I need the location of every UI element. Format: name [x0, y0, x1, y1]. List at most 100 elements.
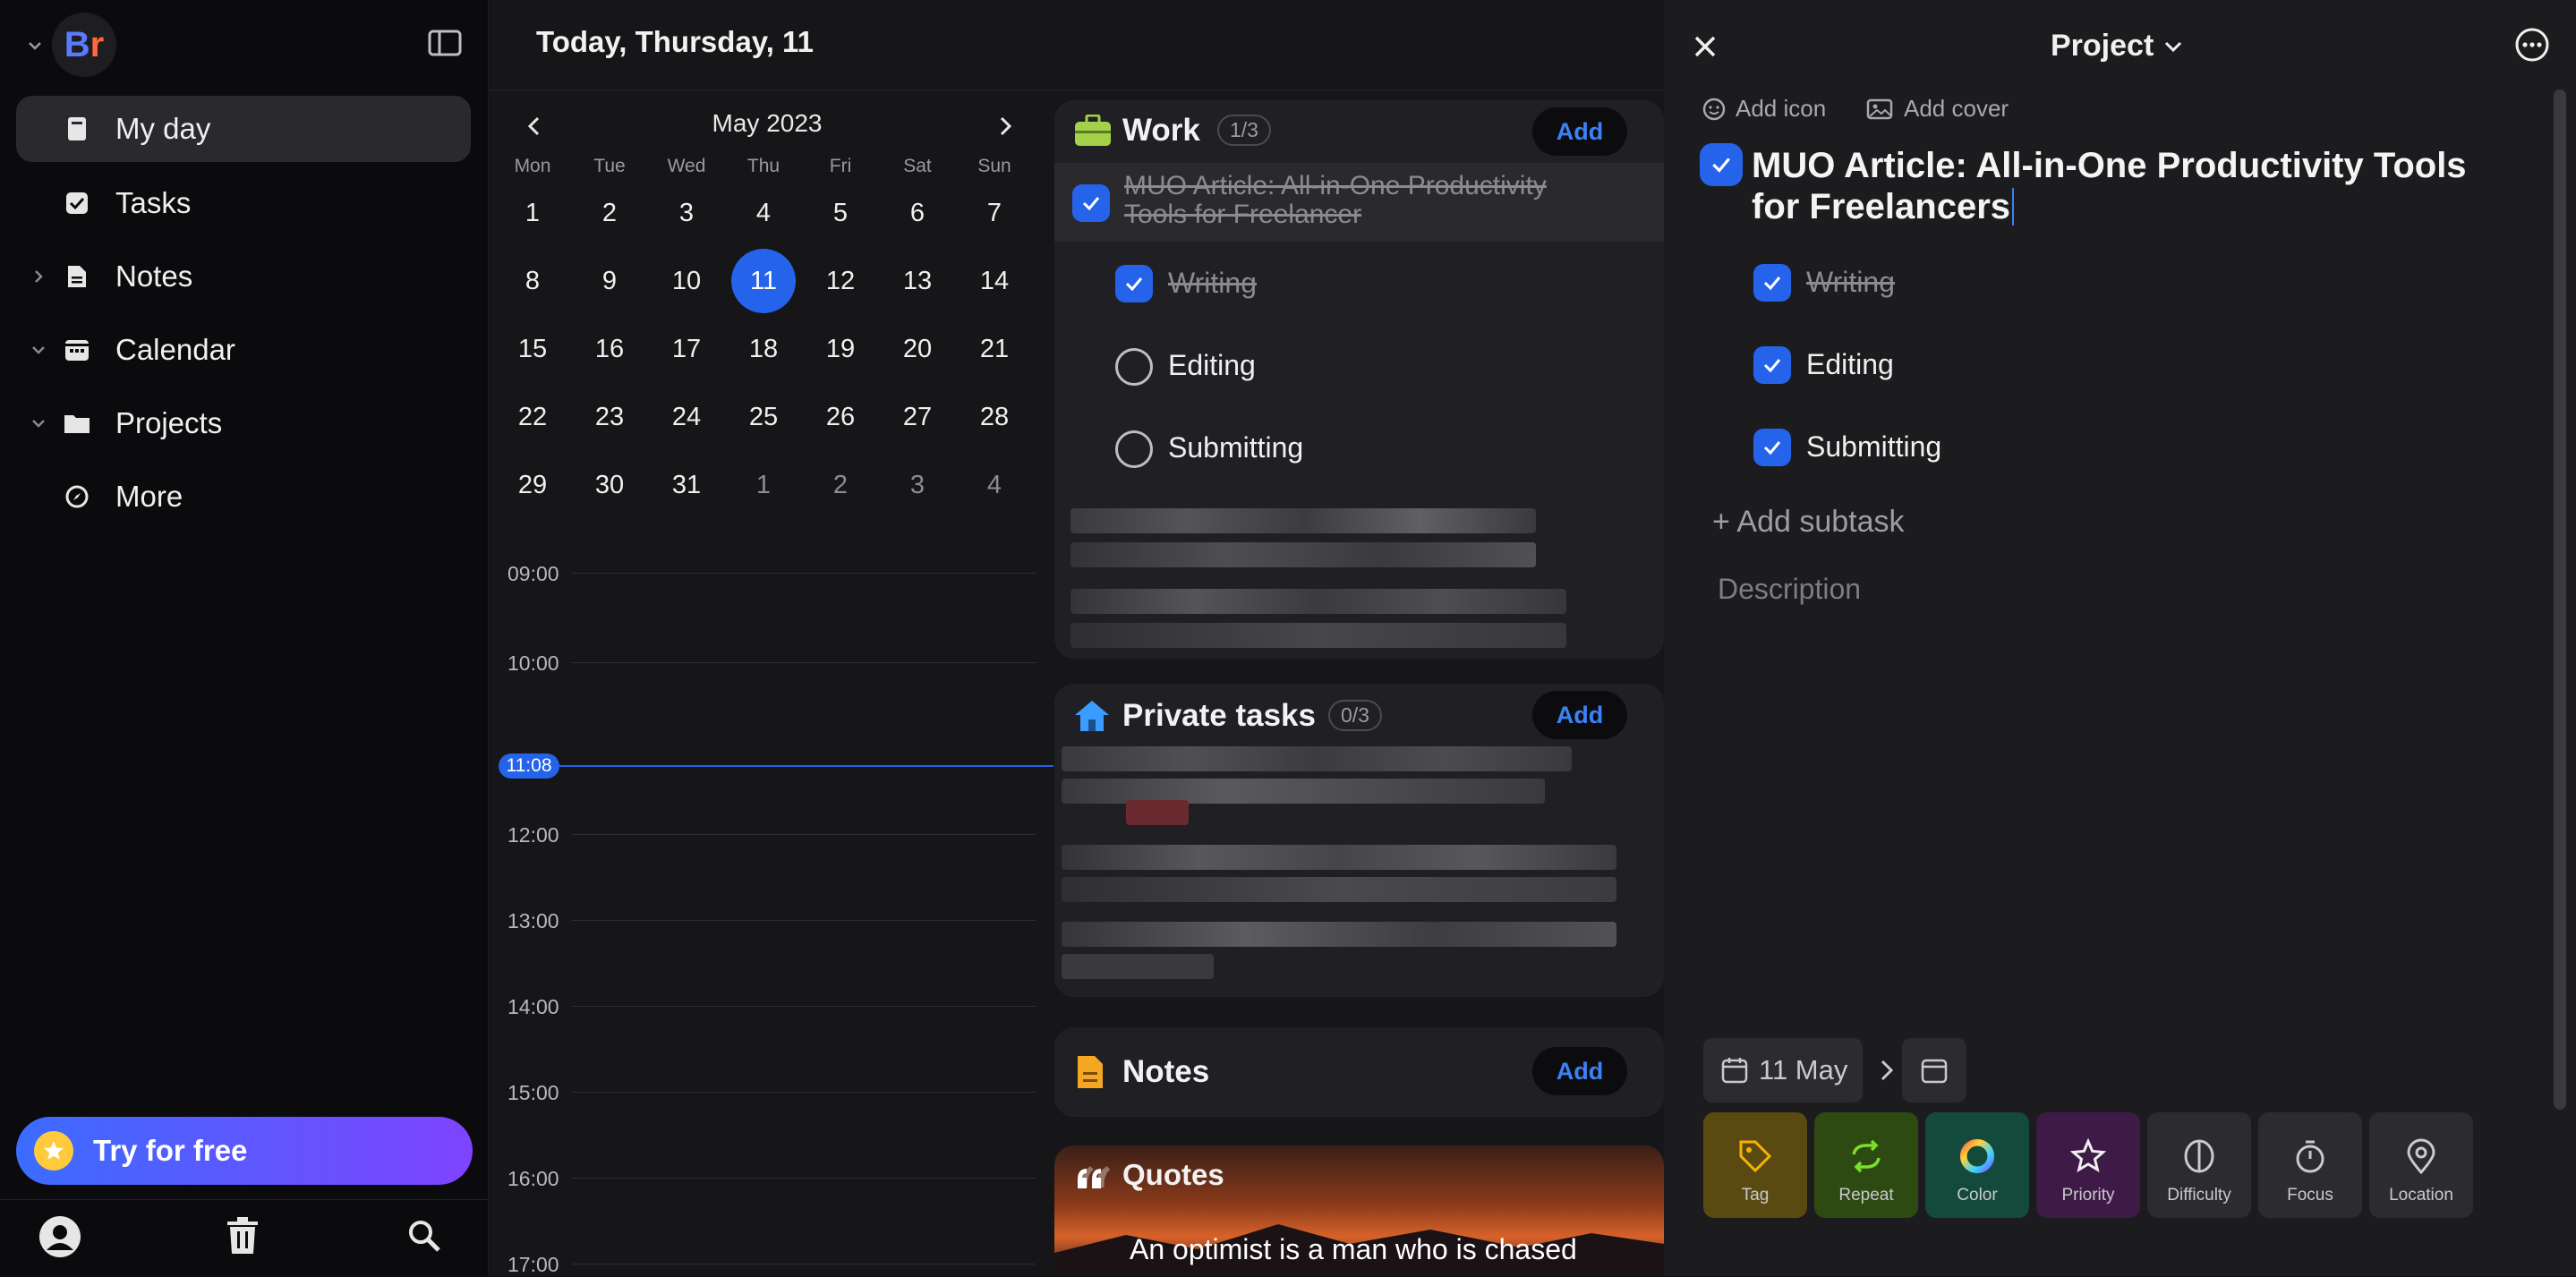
trash-icon[interactable]: [226, 1216, 260, 1256]
chip-label: Color: [1957, 1186, 1998, 1205]
task-checkbox-checked[interactable]: [1072, 184, 1110, 222]
calendar-day[interactable]: 5: [808, 181, 873, 245]
add-subtask-button[interactable]: + Add subtask: [1712, 505, 1905, 540]
calendar-day[interactable]: 19: [808, 317, 873, 381]
calendar-day[interactable]: 3: [654, 181, 719, 245]
chevron-down-icon[interactable]: [25, 36, 45, 55]
sidebar-item-tasks[interactable]: Tasks: [16, 170, 471, 236]
calendar-day[interactable]: 13: [885, 249, 950, 313]
project-selector[interactable]: Project: [2051, 29, 2184, 64]
sidebar-item-label: Notes: [115, 260, 193, 293]
chip-label: Tag: [1741, 1186, 1770, 1205]
notes-title: Notes: [1122, 1054, 1210, 1089]
close-icon[interactable]: [1693, 34, 1718, 59]
task-detail-panel: Project Add icon Add cover MUO Article: …: [1664, 0, 2576, 1276]
description-field[interactable]: Description: [1718, 573, 1861, 606]
sidebar-item-calendar[interactable]: Calendar: [16, 317, 471, 383]
chevron-right-icon[interactable]: [29, 267, 48, 286]
sidebar-item-projects[interactable]: Projects: [16, 390, 471, 456]
add-cover-label: Add cover: [1904, 95, 2009, 122]
calendar-day[interactable]: 23: [577, 385, 642, 449]
work-task-row[interactable]: MUO Article: All-in-One Productivity Tool…: [1054, 163, 1664, 242]
end-date-button[interactable]: [1902, 1038, 1966, 1102]
calendar-day[interactable]: 6: [885, 181, 950, 245]
sidebar: Br My day Tasks Notes Calendar Projects …: [0, 0, 489, 1276]
account-icon[interactable]: [38, 1214, 82, 1259]
calendar-day[interactable]: 15: [500, 317, 565, 381]
calendar-day[interactable]: 20: [885, 317, 950, 381]
calendar-day[interactable]: 25: [731, 385, 796, 449]
sidebar-item-notes[interactable]: Notes: [16, 243, 471, 310]
repeat-button[interactable]: Repeat: [1814, 1112, 1918, 1218]
search-icon[interactable]: [406, 1218, 442, 1254]
sidebar-item-more[interactable]: More: [16, 464, 471, 530]
private-add-button[interactable]: Add: [1532, 691, 1627, 739]
calendar-day[interactable]: 16: [577, 317, 642, 381]
calendar-day[interactable]: 28: [962, 385, 1027, 449]
sidebar-item-label: Calendar: [115, 333, 235, 366]
app-logo[interactable]: Br: [52, 13, 116, 77]
calendar-day[interactable]: 24: [654, 385, 719, 449]
calendar-day[interactable]: 2: [577, 181, 642, 245]
calendar-day[interactable]: 18: [731, 317, 796, 381]
calendar-day[interactable]: 29: [500, 453, 565, 517]
subtask-checkbox-checked[interactable]: [1753, 264, 1791, 302]
task-title-input[interactable]: MUO Article: All-in-One Productivity Too…: [1752, 145, 2467, 227]
date-picker-button[interactable]: 11 May: [1703, 1038, 1863, 1102]
sidebar-item-my-day[interactable]: My day: [16, 96, 471, 162]
tag-button[interactable]: Tag: [1703, 1112, 1807, 1218]
add-icon-button[interactable]: Add icon: [1702, 95, 1826, 123]
calendar-day[interactable]: 1: [731, 453, 796, 517]
calendar-day[interactable]: 27: [885, 385, 950, 449]
chevron-down-icon[interactable]: [29, 340, 48, 360]
subtask-checkbox-empty[interactable]: [1115, 348, 1153, 386]
calendar-day[interactable]: 12: [808, 249, 873, 313]
chip-label: Difficulty: [2167, 1186, 2231, 1205]
subtask-checkbox-checked[interactable]: [1753, 346, 1791, 384]
task-checkbox-checked[interactable]: [1700, 143, 1743, 186]
sidebar-toggle-icon[interactable]: [428, 29, 462, 57]
priority-button[interactable]: Priority: [2036, 1112, 2140, 1218]
calendar-day[interactable]: 14: [962, 249, 1027, 313]
blurred-task: [1062, 954, 1214, 979]
focus-button[interactable]: Focus: [2258, 1112, 2362, 1218]
calendar-day[interactable]: 4: [962, 453, 1027, 517]
calendar-day[interactable]: 26: [808, 385, 873, 449]
subtask-checkbox-empty[interactable]: [1115, 430, 1153, 468]
scrollbar[interactable]: [2554, 89, 2566, 1110]
calendar-day[interactable]: 3: [885, 453, 950, 517]
calendar-day[interactable]: 8: [500, 249, 565, 313]
calendar-day-selected[interactable]: 11: [731, 249, 796, 313]
calendar-day[interactable]: 1: [500, 181, 565, 245]
difficulty-button[interactable]: Difficulty: [2147, 1112, 2251, 1218]
briefcase-icon: [1075, 115, 1111, 146]
weekday-label: Sat: [903, 156, 932, 176]
chevron-right-icon[interactable]: [994, 115, 1016, 138]
calendar-day[interactable]: 21: [962, 317, 1027, 381]
chevron-down-icon[interactable]: [29, 413, 48, 433]
try-for-free-button[interactable]: Try for free: [16, 1117, 473, 1185]
subtask-label[interactable]: Writing: [1806, 266, 1895, 299]
more-options-icon[interactable]: [2514, 27, 2550, 63]
subtask-checkbox-checked[interactable]: [1753, 429, 1791, 466]
subtask-label: Editing: [1168, 349, 1256, 381]
calendar-day[interactable]: 2: [808, 453, 873, 517]
subtask-label[interactable]: Submitting: [1806, 430, 1941, 464]
subtask-label[interactable]: Editing: [1806, 348, 1894, 381]
calendar-day[interactable]: 22: [500, 385, 565, 449]
subtask-checkbox-checked[interactable]: [1115, 265, 1153, 302]
notes-add-button[interactable]: Add: [1532, 1047, 1627, 1095]
color-button[interactable]: Color: [1925, 1112, 2029, 1218]
calendar-day[interactable]: 10: [654, 249, 719, 313]
calendar-day[interactable]: 7: [962, 181, 1027, 245]
time-label: 13:00: [508, 909, 559, 932]
calendar-day[interactable]: 30: [577, 453, 642, 517]
add-icon-label: Add icon: [1736, 95, 1827, 122]
location-button[interactable]: Location: [2369, 1112, 2473, 1218]
calendar-day[interactable]: 31: [654, 453, 719, 517]
add-cover-button[interactable]: Add cover: [1866, 95, 2009, 123]
calendar-day[interactable]: 17: [654, 317, 719, 381]
calendar-day[interactable]: 4: [731, 181, 796, 245]
work-add-button[interactable]: Add: [1532, 107, 1627, 156]
calendar-day[interactable]: 9: [577, 249, 642, 313]
